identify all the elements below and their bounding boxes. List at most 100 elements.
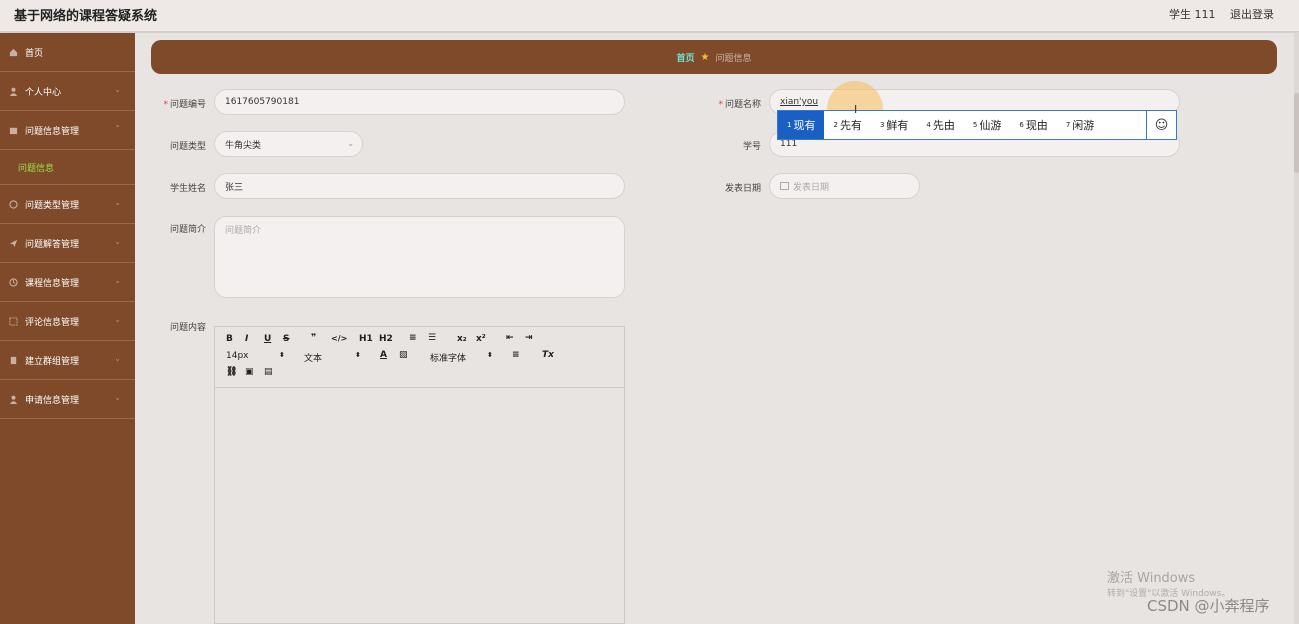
sidebar-subitem-question-info[interactable]: 问题信息 (0, 150, 135, 185)
superscript-button[interactable]: x² (476, 334, 486, 344)
breadcrumb-home[interactable]: 首页 (677, 51, 695, 64)
align-button[interactable]: ≡ (512, 350, 520, 360)
user-icon (8, 86, 18, 96)
font-family-select[interactable]: 标准字体 (430, 351, 466, 364)
star-icon: ★ (700, 51, 710, 63)
chevron-down-icon: ⌄ (114, 354, 121, 363)
ime-candidate-bar: 1 现有 2 先有 3 鲜有 4 先由 5 仙游 6 现由 7 闲游 ☺ (777, 110, 1177, 140)
font-size-select[interactable]: 14px (226, 351, 249, 361)
blockquote-button[interactable]: ❞ (311, 333, 316, 343)
outdent-button[interactable]: ⇤ (506, 333, 514, 343)
ime-candidate[interactable]: 4 先由 (917, 111, 963, 139)
ime-candidate[interactable]: 6 现由 (1010, 111, 1056, 139)
bullet-list-button[interactable]: ☰ (428, 333, 436, 343)
sidebar-item-comments[interactable]: 评论信息管理 ⌄ (0, 302, 135, 341)
question-summary-textarea[interactable]: 问题简介 (214, 216, 625, 298)
sidebar-item-home[interactable]: 首页 (0, 33, 135, 72)
format-select[interactable]: 文本 (304, 351, 322, 364)
question-summary-label: 问题简介 (169, 225, 206, 235)
ordered-list-button[interactable]: ≡ (409, 333, 417, 343)
breadcrumb: 首页 ★ 问题信息 (151, 40, 1277, 74)
csdn-watermark: CSDN @小奔程序 (1147, 597, 1270, 615)
editor-toolbar: B I U S ❞ </> H1 H2 ≡ ☰ x₂ x² ⇤ ⇥ 14px ⬍… (215, 327, 624, 388)
send-icon (8, 238, 18, 248)
student-name-field[interactable]: 张三 (214, 173, 625, 199)
ime-candidate[interactable]: 3 鲜有 (871, 111, 917, 139)
sidebar-item-question-type[interactable]: 问题类型管理 ⌄ (0, 185, 135, 224)
italic-button[interactable]: I (245, 334, 248, 344)
globe-icon (8, 199, 18, 209)
chevron-down-icon: ⌄ (114, 237, 121, 246)
app-title: 基于网络的课程答疑系统 (14, 9, 158, 24)
scrollbar[interactable] (1294, 33, 1299, 624)
home-icon (8, 47, 18, 57)
sidebar-item-label: 问题信息管理 (25, 126, 80, 137)
clear-format-button[interactable]: Tx (542, 350, 554, 360)
chevron-down-icon: ⌄ (114, 315, 121, 324)
sidebar-item-label: 评论信息管理 (25, 317, 80, 328)
code-button[interactable]: </> (331, 334, 347, 343)
chevron-up-icon: ⌃ (114, 124, 121, 133)
text-cursor-icon: I (854, 103, 858, 116)
student-id-label: 学号 (742, 142, 761, 152)
question-name-value: xian'you (780, 97, 819, 107)
sidebar-item-label: 建立群组管理 (25, 356, 80, 367)
font-color-button[interactable]: A (380, 350, 387, 360)
chevron-down-icon: ⌄ (114, 276, 121, 285)
sidebar-item-question-management[interactable]: 问题信息管理 ⌃ (0, 111, 135, 150)
chevron-down-icon: ⌄ (347, 139, 354, 148)
question-name-label: * 问题名称 (718, 100, 761, 110)
chevron-updown-icon: ⬍ (355, 351, 361, 359)
background-color-button[interactable]: ▧ (399, 350, 408, 360)
link-icon[interactable]: ⛓ (226, 367, 237, 377)
indent-button[interactable]: ⇥ (525, 333, 533, 343)
ime-candidate[interactable]: 5 仙游 (964, 111, 1010, 139)
breadcrumb-current: 问题信息 (715, 53, 752, 64)
question-id-field[interactable]: 1617605790181 (214, 89, 625, 115)
ime-candidate[interactable]: 7 闲游 (1057, 111, 1103, 139)
strike-button[interactable]: S (283, 334, 289, 344)
activation-watermark: 激活 Windows (1107, 571, 1196, 586)
sidebar-item-label: 课程信息管理 (25, 278, 80, 289)
subscript-button[interactable]: x₂ (457, 334, 467, 344)
underline-button[interactable]: U (264, 334, 271, 344)
video-icon[interactable]: ▤ (264, 367, 273, 377)
scrollbar-thumb[interactable] (1294, 93, 1299, 173)
logout-link[interactable]: 退出登录 (1230, 6, 1274, 22)
sidebar-item-personal[interactable]: 个人中心 ⌄ (0, 72, 135, 111)
rich-text-editor[interactable]: B I U S ❞ </> H1 H2 ≡ ☰ x₂ x² ⇤ ⇥ 14px ⬍… (214, 326, 625, 624)
ime-candidate[interactable]: 1 现有 (778, 111, 825, 139)
question-content-label: 问题内容 (169, 323, 206, 333)
chevron-down-icon: ⌄ (114, 198, 121, 207)
current-user: 学生 111 (1169, 8, 1216, 21)
question-type-value: 牛角尖类 (225, 140, 262, 151)
sidebar-item-groups[interactable]: 建立群组管理 ⌄ (0, 341, 135, 380)
image-icon[interactable]: ▣ (245, 367, 254, 377)
bold-button[interactable]: B (226, 334, 233, 344)
publish-date-placeholder: 发表日期 (793, 182, 830, 193)
main-content: 首页 ★ 问题信息 * 问题编号 1617605790181 问题类型 牛角尖类 … (135, 33, 1299, 624)
publish-date-label: 发表日期 (724, 184, 761, 194)
chevron-updown-icon: ⬍ (279, 351, 285, 359)
user-icon (8, 394, 18, 404)
sidebar: 首页 个人中心 ⌄ 问题信息管理 ⌃ 问题信息 问题类型管理 ⌄ 问题解答管理 … (0, 33, 135, 624)
sidebar-item-label: 首页 (25, 48, 44, 59)
publish-date-picker[interactable]: 发表日期 (769, 173, 920, 199)
emoji-icon[interactable]: ☺ (1146, 111, 1176, 139)
sidebar-item-answers[interactable]: 问题解答管理 ⌄ (0, 224, 135, 263)
clock-icon (8, 277, 18, 287)
question-type-select[interactable]: 牛角尖类 ⌄ (214, 131, 363, 157)
chevron-down-icon: ⌄ (114, 85, 121, 94)
h1-button[interactable]: H1 (359, 334, 373, 344)
ime-candidate[interactable]: 2 先有 (824, 111, 870, 139)
h2-button[interactable]: H2 (379, 334, 393, 344)
sidebar-item-label: 问题解答管理 (25, 239, 80, 250)
sidebar-item-courses[interactable]: 课程信息管理 ⌄ (0, 263, 135, 302)
chevron-down-icon: ⌄ (114, 393, 121, 402)
sidebar-item-label: 申请信息管理 (25, 395, 80, 406)
sidebar-item-applications[interactable]: 申请信息管理 ⌄ (0, 380, 135, 419)
frame-icon (8, 316, 18, 326)
folder-icon (8, 125, 18, 135)
calendar-icon (780, 182, 789, 190)
sidebar-item-label: 个人中心 (25, 87, 62, 98)
